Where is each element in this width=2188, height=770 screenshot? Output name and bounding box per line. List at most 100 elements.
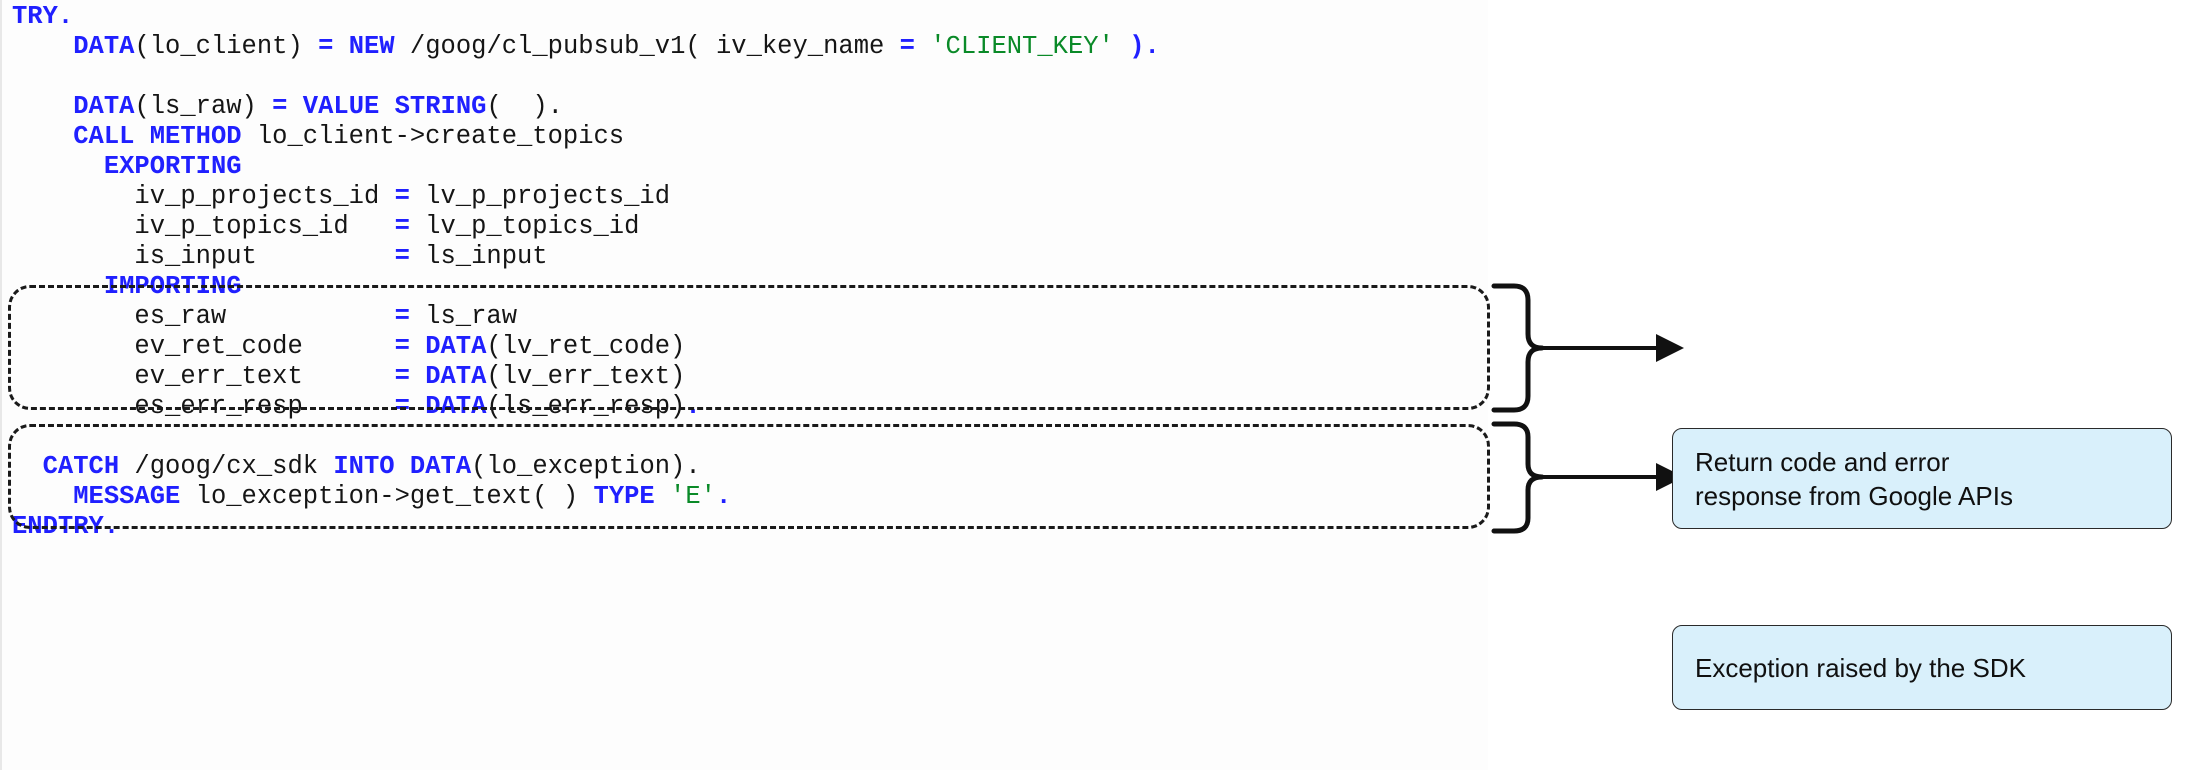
- code-token: IMPORTING: [103, 272, 242, 301]
- code-token: (lo_exception).: [471, 452, 701, 481]
- code-line: is_input = ls_input: [12, 242, 1160, 272]
- code-token: CATCH: [42, 452, 120, 481]
- code-token: (lo_client): [134, 32, 319, 61]
- code-token: =: [394, 302, 410, 331]
- code-token: lo_exception->get_text( ): [180, 482, 594, 511]
- code-token: STRING: [394, 92, 487, 121]
- code-token: =: [394, 182, 410, 211]
- diagram-canvas: TRY. DATA(lo_client) = NEW /goog/cl_pubs…: [0, 0, 2188, 770]
- code-line: MESSAGE lo_exception->get_text( ) TYPE '…: [12, 482, 1160, 512]
- code-token: 'CLIENT_KEY': [930, 32, 1114, 61]
- code-token: ev_err_text: [12, 362, 395, 391]
- code-token: 'E': [670, 482, 716, 511]
- callout-exception-line-1: Exception raised by the SDK: [1695, 652, 2026, 683]
- callout-exception: Exception raised by the SDK: [1672, 625, 2172, 710]
- callout-exception-text: Exception raised by the SDK: [1695, 651, 2026, 685]
- code-token: VALUE: [302, 92, 380, 121]
- code-token: DATA: [73, 32, 135, 61]
- code-token: ls_raw: [409, 302, 517, 331]
- code-token: es_raw: [12, 302, 395, 331]
- arrow-to-return-code-callout: [1538, 334, 1684, 362]
- code-block: TRY. DATA(lo_client) = NEW /goog/cl_pubs…: [12, 2, 1160, 542]
- code-token: EXPORTING: [103, 152, 242, 181]
- arrow-to-exception-callout: [1538, 463, 1684, 491]
- code-line: ev_err_text = DATA(lv_err_text): [12, 362, 1160, 392]
- code-token: NEW: [348, 32, 395, 61]
- code-token: DATA: [425, 332, 487, 361]
- code-line: iv_p_topics_id = lv_p_topics_id: [12, 212, 1160, 242]
- code-token: ev_ret_code: [12, 332, 395, 361]
- callout-return-code-line-2: response from Google APIs: [1695, 480, 2013, 511]
- code-token: =: [394, 242, 410, 271]
- code-token: DATA: [73, 92, 135, 121]
- code-token: =: [394, 392, 410, 421]
- code-line: DATA(lo_client) = NEW /goog/cl_pubsub_v1…: [12, 32, 1160, 62]
- code-token: iv_p_topics_id: [12, 212, 395, 241]
- code-token: =: [899, 32, 915, 61]
- code-token: TYPE: [593, 482, 655, 511]
- code-token: .: [1144, 32, 1160, 61]
- code-token: INTO: [333, 452, 395, 481]
- code-token: .: [715, 482, 732, 511]
- code-token: ( ).: [486, 92, 563, 121]
- code-token: MESSAGE: [73, 482, 181, 511]
- code-token: es_err_resp: [12, 392, 395, 421]
- code-token: iv_p_projects_id: [12, 182, 395, 211]
- code-token: (ls_raw): [134, 92, 273, 121]
- code-line: es_err_resp = DATA(ls_err_resp).: [12, 392, 1160, 422]
- code-token: DATA: [425, 362, 487, 391]
- code-line: iv_p_projects_id = lv_p_projects_id: [12, 182, 1160, 212]
- code-token: =: [394, 332, 410, 361]
- code-token: DATA: [409, 452, 472, 481]
- code-token: (ls_err_resp): [486, 392, 686, 421]
- code-token: lv_p_projects_id: [409, 182, 671, 211]
- code-token: =: [272, 92, 288, 121]
- code-token: CALL METHOD: [73, 122, 242, 151]
- code-token: DATA: [425, 392, 487, 421]
- callout-return-code-text: Return code and error response from Goog…: [1695, 445, 2013, 513]
- code-line: IMPORTING: [12, 272, 1160, 302]
- code-line: DATA(ls_raw) = VALUE STRING( ).: [12, 92, 1160, 122]
- code-token: =: [394, 362, 410, 391]
- code-token: is_input: [12, 242, 395, 271]
- code-token: ENDTRY.: [12, 512, 120, 541]
- code-token: /goog/cx_sdk: [119, 452, 334, 481]
- code-token: (lv_err_text): [486, 362, 686, 391]
- code-token: lv_p_topics_id: [409, 212, 640, 241]
- code-line: ev_ret_code = DATA(lv_ret_code): [12, 332, 1160, 362]
- code-token: ): [1129, 32, 1145, 61]
- callout-return-code: Return code and error response from Goog…: [1672, 428, 2172, 529]
- code-token: ls_input: [409, 242, 548, 271]
- code-line: ENDTRY.: [12, 512, 1160, 542]
- code-panel: TRY. DATA(lo_client) = NEW /goog/cl_pubs…: [0, 0, 1488, 770]
- code-token: (lv_ret_code): [486, 332, 686, 361]
- code-token: lo_client->create_topics: [241, 122, 625, 151]
- code-line: CATCH /goog/cx_sdk INTO DATA(lo_exceptio…: [12, 452, 1160, 482]
- code-token: =: [394, 212, 410, 241]
- code-line: CALL METHOD lo_client->create_topics: [12, 122, 1160, 152]
- code-line: EXPORTING: [12, 152, 1160, 182]
- code-line: TRY.: [12, 2, 1160, 32]
- code-token: .: [685, 392, 701, 421]
- code-token: TRY.: [12, 2, 74, 31]
- code-token: /goog/cl_pubsub_v1( iv_key_name: [394, 32, 900, 61]
- callout-return-code-line-1: Return code and error: [1695, 446, 1950, 477]
